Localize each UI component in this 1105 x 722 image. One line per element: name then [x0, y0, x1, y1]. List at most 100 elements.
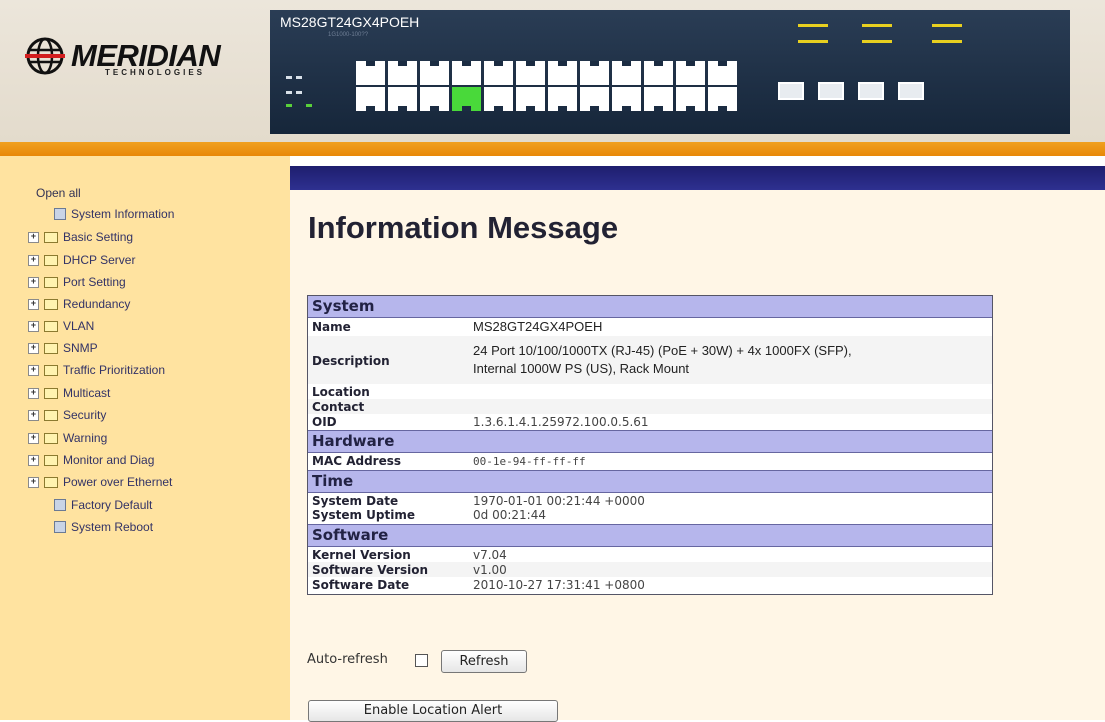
ethernet-port — [612, 61, 641, 85]
ethernet-port — [356, 61, 385, 85]
open-all-link[interactable]: Open all — [36, 186, 81, 200]
auto-refresh-checkbox[interactable] — [415, 654, 428, 667]
ethernet-port — [708, 61, 737, 85]
section-header-hardware: Hardware — [308, 430, 992, 453]
row-value: v1.00 — [473, 563, 507, 577]
status-led — [286, 76, 292, 79]
ethernet-port — [516, 61, 545, 85]
ethernet-port — [484, 87, 513, 111]
sidebar-item-label: Power over Ethernet — [63, 475, 173, 489]
sidebar-item-label: DHCP Server — [63, 253, 136, 267]
auto-refresh-label: Auto-refresh — [307, 652, 388, 667]
section-header-time: Time — [308, 470, 992, 493]
folder-icon — [44, 365, 58, 376]
sidebar-item-label: Basic Setting — [63, 230, 134, 244]
status-led — [286, 104, 292, 107]
status-led — [296, 91, 302, 94]
ethernet-port — [580, 87, 609, 111]
expand-icon[interactable]: + — [28, 365, 39, 376]
status-led — [296, 76, 302, 79]
folder-icon — [44, 477, 58, 488]
expand-icon[interactable]: + — [28, 299, 39, 310]
ethernet-port — [548, 61, 577, 85]
expand-icon[interactable]: + — [28, 477, 39, 488]
sidebar-item-label: Warning — [63, 431, 108, 445]
expand-icon[interactable]: + — [28, 232, 39, 243]
row-value: 1.3.6.1.4.1.25972.100.0.5.61 — [473, 415, 649, 429]
expand-icon[interactable]: + — [28, 321, 39, 332]
ethernet-port — [612, 87, 641, 111]
sidebar-item-label: Factory Default — [71, 498, 153, 512]
folder-icon — [44, 232, 58, 243]
table-row: Software Date 2010-10-27 17:31:41 +0800 — [308, 577, 992, 594]
sidebar-item-label: System Reboot — [71, 520, 154, 534]
sidebar-item-label: System Information — [71, 207, 175, 221]
row-label: Name — [312, 320, 351, 334]
status-led — [286, 91, 292, 94]
table-row: Software Version v1.00 — [308, 562, 992, 577]
ethernet-port — [420, 61, 449, 85]
sidebar-item-label: Multicast — [63, 386, 111, 400]
expand-icon[interactable]: + — [28, 433, 39, 444]
row-label: Kernel Version — [312, 548, 411, 562]
expand-icon[interactable]: + — [28, 255, 39, 266]
port-led-group — [862, 24, 892, 27]
row-value: v7.04 — [473, 548, 507, 562]
sidebar-item-label: Security — [63, 408, 107, 422]
folder-icon — [44, 255, 58, 266]
expand-icon[interactable]: + — [28, 455, 39, 466]
sidebar-item-label: Monitor and Diag — [63, 453, 155, 467]
ethernet-port — [484, 61, 513, 85]
main-title-bar — [290, 166, 1105, 190]
table-row: System Date 1970-01-01 00:21:44 +0000 — [308, 493, 992, 508]
sidebar-item-label: SNMP — [63, 341, 98, 355]
enable-location-alert-button[interactable]: Enable Location Alert — [308, 700, 558, 722]
ethernet-port — [708, 87, 737, 111]
sidebar-item-label: VLAN — [63, 319, 95, 333]
sfp-port — [778, 82, 804, 100]
port-led-group — [798, 24, 828, 27]
globe-icon — [25, 37, 65, 75]
sidebar-item-label: Traffic Prioritization — [63, 363, 166, 377]
folder-icon — [44, 388, 58, 399]
row-value: 0d 00:21:44 — [473, 508, 546, 522]
table-row: Kernel Version v7.04 — [308, 547, 992, 562]
ethernet-port — [644, 87, 673, 111]
row-value: 00-1e-94-ff-ff-ff — [473, 455, 586, 468]
expand-icon[interactable]: + — [28, 277, 39, 288]
expand-icon[interactable]: + — [28, 343, 39, 354]
table-row: Description 24 Port 10/100/1000TX (RJ-45… — [308, 336, 992, 384]
row-value: 1970-01-01 00:21:44 +0000 — [473, 494, 645, 508]
system-info-table: System Name MS28GT24GX4POEH Description … — [307, 295, 993, 595]
table-row: OID 1.3.6.1.4.1.25972.100.0.5.61 — [308, 414, 992, 430]
switch-front-panel: MS28GT24GX4POEH 1G1000-100?? — [270, 10, 1070, 134]
section-header-system: System — [308, 296, 992, 318]
ethernet-port — [676, 61, 705, 85]
folder-icon — [44, 277, 58, 288]
port-led-group — [932, 24, 962, 27]
page-icon — [54, 521, 66, 533]
table-row: Location — [308, 384, 992, 399]
expand-icon[interactable]: + — [28, 388, 39, 399]
status-led — [306, 104, 312, 107]
sfp-port — [818, 82, 844, 100]
row-label: Contact — [312, 400, 365, 414]
sidebar-item-label: Redundancy — [63, 297, 131, 311]
row-label: Software Date — [312, 578, 410, 592]
port-led-group — [862, 40, 892, 43]
row-label: MAC Address — [312, 454, 402, 468]
row-value: 24 Port 10/100/1000TX (RJ-45) (PoE + 30W… — [473, 343, 852, 358]
port-led-group — [798, 40, 828, 43]
row-label: Software Version — [312, 563, 428, 577]
expand-icon[interactable]: + — [28, 410, 39, 421]
refresh-button[interactable]: Refresh — [441, 650, 527, 673]
header-banner: MERIDIAN TECHNOLOGIES MS28GT24GX4POEH 1G… — [0, 0, 1105, 142]
device-model: MS28GT24GX4POEH — [280, 14, 420, 30]
ethernet-port — [580, 61, 609, 85]
folder-icon — [44, 433, 58, 444]
page-icon — [54, 499, 66, 511]
sfp-port — [898, 82, 924, 100]
row-value: MS28GT24GX4POEH — [473, 319, 603, 334]
folder-icon — [44, 343, 58, 354]
brand-subtitle: TECHNOLOGIES — [105, 68, 206, 77]
